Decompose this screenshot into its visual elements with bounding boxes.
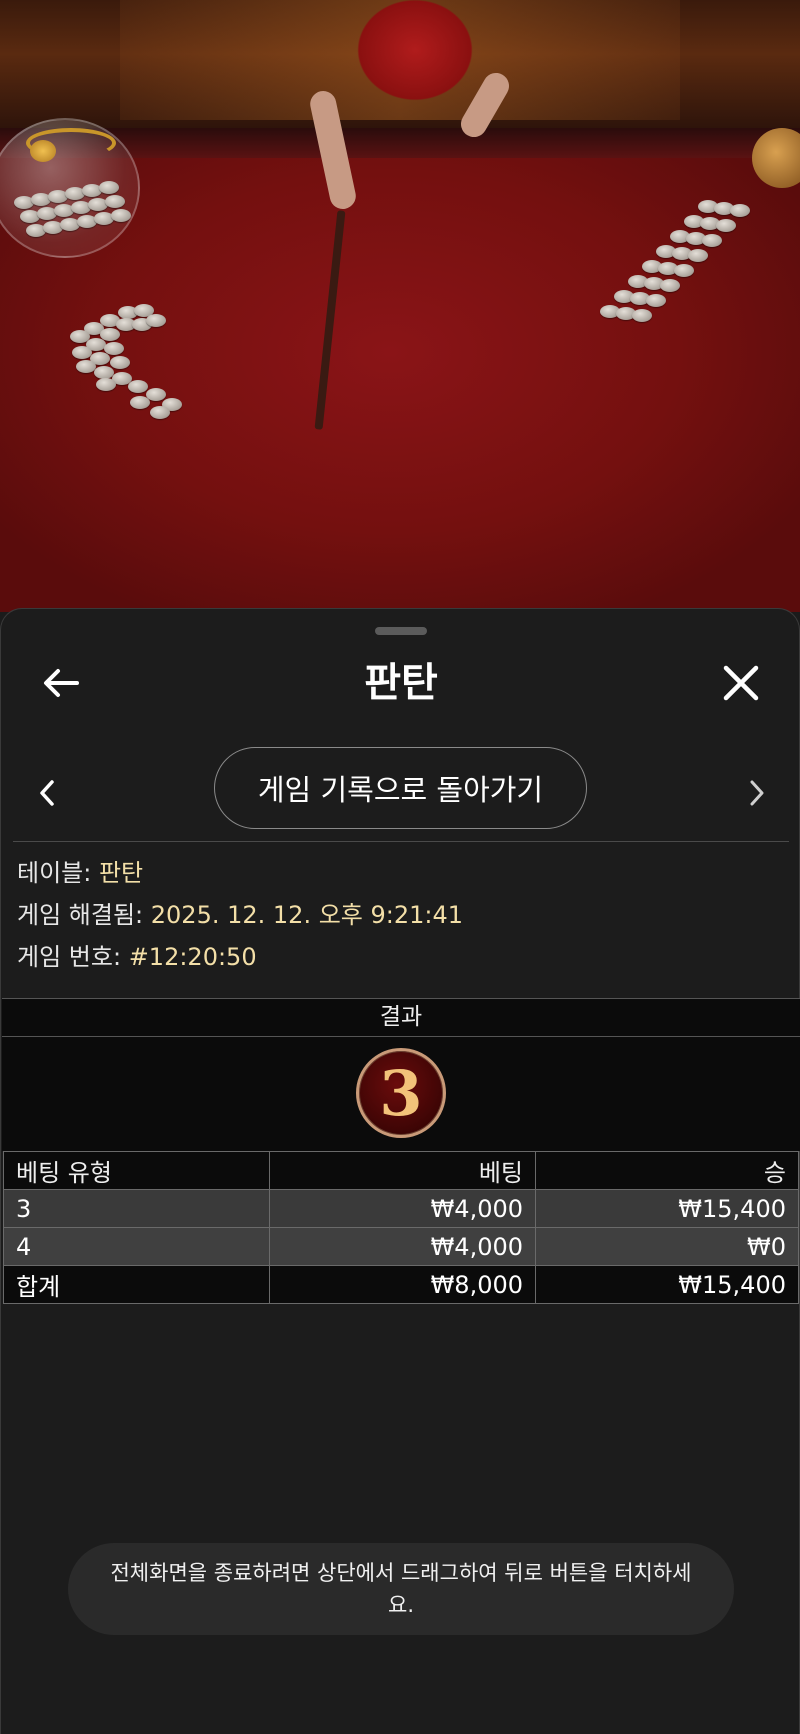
table-value: 판탄 [98, 859, 144, 887]
table-row: 3 ₩4,000 ₩15,400 [3, 1189, 799, 1228]
bead [716, 219, 736, 232]
resolved-value: 2025. 12. 12. 오후 9:21:41 [150, 901, 464, 929]
bead [72, 346, 92, 359]
column-header-bet-type: 베팅 유형 [3, 1151, 270, 1190]
back-arrow-icon[interactable] [31, 653, 91, 713]
bead [674, 264, 694, 277]
dome-knob [30, 140, 56, 162]
result-ball: 3 [356, 1048, 446, 1138]
table-row: 4 ₩4,000 ₩0 [3, 1227, 799, 1266]
bead [688, 249, 708, 262]
bead [646, 294, 666, 307]
win-amount-cell: ₩0 [535, 1227, 799, 1266]
bet-amount-cell: ₩4,000 [269, 1189, 536, 1228]
sheet-drag-handle[interactable] [375, 627, 427, 635]
next-game-button[interactable] [729, 765, 785, 821]
bead [110, 356, 130, 369]
table-info: 테이블: 판탄 [17, 856, 143, 890]
win-amount-cell: ₩15,400 [535, 1189, 799, 1228]
resolved-label: 게임 해결됨: [17, 901, 144, 929]
total-label-cell: 합계 [3, 1265, 270, 1304]
bead [632, 309, 652, 322]
close-icon [723, 665, 759, 701]
result-header: 결과 [2, 998, 800, 1037]
live-video-feed [0, 0, 800, 612]
fullscreen-exit-toast: 전체화면을 종료하려면 상단에서 드래그하여 뒤로 버튼을 터치하세요. [68, 1543, 734, 1635]
bead [130, 396, 150, 409]
bead [150, 406, 170, 419]
bead [702, 234, 722, 247]
bead [660, 279, 680, 292]
total-win-cell: ₩15,400 [535, 1265, 799, 1304]
bead [730, 204, 750, 217]
column-header-bet: 베팅 [269, 1151, 536, 1190]
game-number-label: 게임 번호: [17, 943, 122, 971]
toast-text: 전체화면을 종료하려면 상단에서 드래그하여 뒤로 버튼을 터치하세요. [110, 1561, 692, 1617]
chevron-left-icon [40, 780, 54, 806]
total-bet-cell: ₩8,000 [269, 1265, 536, 1304]
bet-type-cell: 4 [3, 1227, 270, 1266]
arrow-left-icon [44, 669, 79, 697]
bead [111, 209, 131, 222]
bead [146, 314, 166, 327]
bead [128, 380, 148, 393]
section-divider [13, 841, 789, 842]
game-number-value: #12:20:50 [128, 943, 257, 971]
resolved-info: 게임 해결됨: 2025. 12. 12. 오후 9:21:41 [17, 898, 463, 932]
bet-type-cell: 3 [3, 1189, 270, 1228]
bead [96, 378, 116, 391]
bead [99, 181, 119, 194]
page-title: 판탄 [364, 660, 438, 706]
column-header-win: 승 [535, 1151, 799, 1190]
total-row: 합계 ₩8,000 ₩15,400 [3, 1265, 799, 1304]
bets-table: 베팅 유형 베팅 승 3 ₩4,000 ₩15,400 4 ₩4,000 ₩0 … [3, 1151, 799, 1304]
table-header-row: 베팅 유형 베팅 승 [3, 1151, 799, 1190]
back-to-history-button[interactable]: 게임 기록으로 돌아가기 [214, 747, 587, 829]
close-button[interactable] [711, 653, 771, 713]
chevron-right-icon [750, 780, 764, 806]
bet-amount-cell: ₩4,000 [269, 1227, 536, 1266]
game-history-sheet: 판탄 게임 기록으로 돌아가기 테이블: 판탄 게임 해결됨: 2025. 12… [0, 608, 800, 1734]
game-number-info: 게임 번호: #12:20:50 [17, 940, 257, 974]
table-label: 테이블: [17, 859, 92, 887]
previous-game-button[interactable] [19, 765, 75, 821]
bead [105, 195, 125, 208]
bead [76, 360, 96, 373]
